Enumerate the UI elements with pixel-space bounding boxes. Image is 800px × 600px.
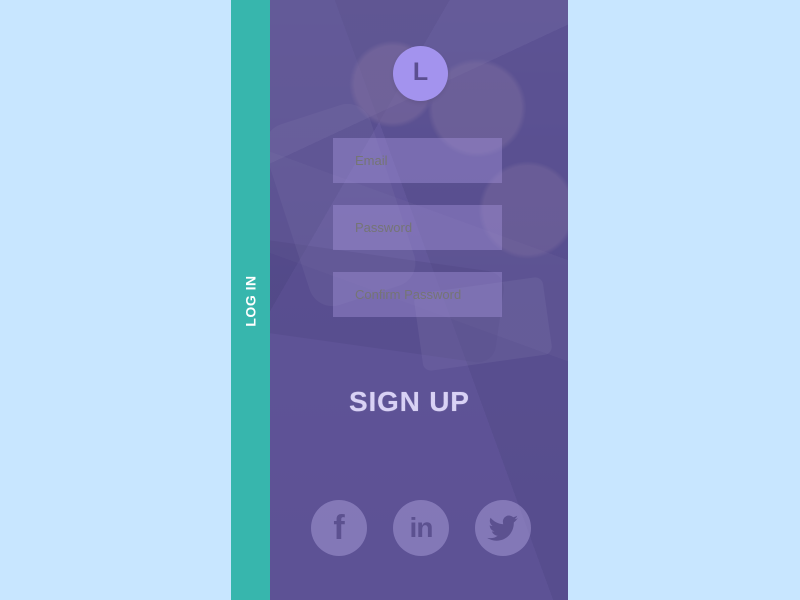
screen-background: LOG IN L SIGN UP f in: [0, 0, 800, 600]
signup-screen: LOG IN L SIGN UP f in: [231, 0, 568, 600]
brand-logo-icon: L: [412, 58, 429, 86]
twitter-bird-icon: [487, 515, 518, 541]
facebook-icon[interactable]: f: [311, 500, 367, 556]
email-input[interactable]: [333, 138, 502, 183]
login-tab-label: LOG IN: [242, 275, 259, 327]
password-input[interactable]: [333, 205, 502, 250]
sign-up-button[interactable]: SIGN UP: [349, 383, 489, 421]
linkedin-icon[interactable]: in: [393, 500, 449, 556]
brand-logo: L: [393, 46, 448, 101]
login-side-tab[interactable]: LOG IN: [231, 0, 270, 600]
confirm-password-input[interactable]: [333, 272, 502, 317]
twitter-icon[interactable]: [475, 500, 531, 556]
